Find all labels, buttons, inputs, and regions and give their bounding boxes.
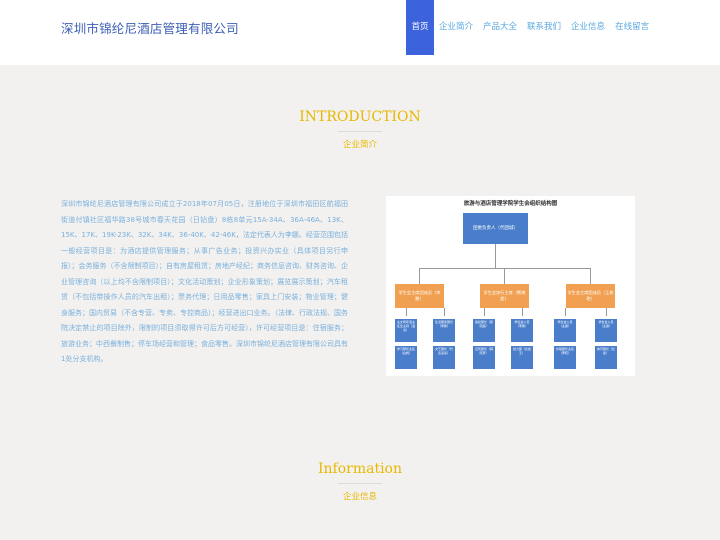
org-leaf-box: 体育部长（比如） <box>595 346 617 369</box>
org-chart-title: 旅游与酒店管理学院学生会组织结构图 <box>463 201 558 207</box>
intro-heading: INTRODUCTION <box>299 109 421 125</box>
org-leaf-box: 外联部长主任（李晓） <box>554 346 576 369</box>
org-top-box: 团委负责人（代团城） <box>463 213 528 244</box>
connector-line <box>444 308 445 316</box>
org-mid-box: 学生会主席团成员（李鹏） <box>395 284 444 308</box>
connector-line <box>495 244 496 268</box>
info-divider <box>338 483 382 484</box>
connector-line <box>522 308 523 316</box>
org-leaf-box: 权力部（比如王） <box>511 346 533 369</box>
nav-item-home[interactable]: 首页 <box>406 0 434 55</box>
org-leaf-box: 主文周年选主任生主持（温涛） <box>395 319 417 342</box>
intro-subheading: 企业简介 <box>342 140 377 150</box>
connector-line <box>590 268 591 284</box>
intro-paragraph: 深圳市锦纶尼酒店管理有限公司成立于2018年07月05日，注册地位于深圳市福田区… <box>61 200 348 363</box>
org-leaf-box: 文艺部长（代表某某） <box>433 346 455 369</box>
org-chart-image: 旅游与酒店管理学院学生会组织结构图 团委负责人（代团城） 学生会主席团成员（李鹏… <box>386 196 635 376</box>
nav-item-contact[interactable]: 联系我们 <box>522 0 566 55</box>
org-leaf-box: 学生会人员（主席） <box>595 319 617 342</box>
connector-line <box>419 268 591 269</box>
connector-line <box>606 308 607 316</box>
org-leaf-box: 生活服务部长（李鹏） <box>433 319 455 342</box>
main-nav: 首页 企业简介 产品大全 联系我们 企业信息 在线留言 <box>406 0 654 55</box>
connector-line <box>504 268 505 284</box>
site-brand[interactable]: 深圳市锦纶尼酒店管理有限公司 <box>61 18 239 37</box>
site-header: 深圳市锦纶尼酒店管理有限公司 首页 企业简介 产品大全 联系我们 企业信息 在线… <box>0 0 720 65</box>
info-heading: Information <box>317 461 403 477</box>
connector-line <box>406 308 407 316</box>
intro-divider <box>338 131 382 132</box>
org-mid-box: 学生会执行主席（熊晓超） <box>480 284 529 308</box>
nav-item-message[interactable]: 在线留言 <box>610 0 654 55</box>
nav-item-intro[interactable]: 企业简介 <box>434 0 478 55</box>
org-mid-box: 学生会主席团成员（王彬艳） <box>566 284 615 308</box>
connector-line <box>419 268 420 284</box>
nav-item-products[interactable]: 产品大全 <box>478 0 522 55</box>
org-leaf-box: 学生会人员（主席） <box>554 319 576 342</box>
connector-line <box>484 308 485 316</box>
org-leaf-box: 学习部长主任（白帆） <box>395 346 417 369</box>
info-subheading: 企业信息 <box>342 492 377 502</box>
connector-line <box>565 308 566 316</box>
org-leaf-box: 组织部长（熊晓超） <box>473 319 495 342</box>
org-leaf-box: 宣传部长（韩晓梦） <box>473 346 495 369</box>
nav-item-info[interactable]: 企业信息 <box>566 0 610 55</box>
org-leaf-box: 学生会人员（李鹏） <box>511 319 533 342</box>
